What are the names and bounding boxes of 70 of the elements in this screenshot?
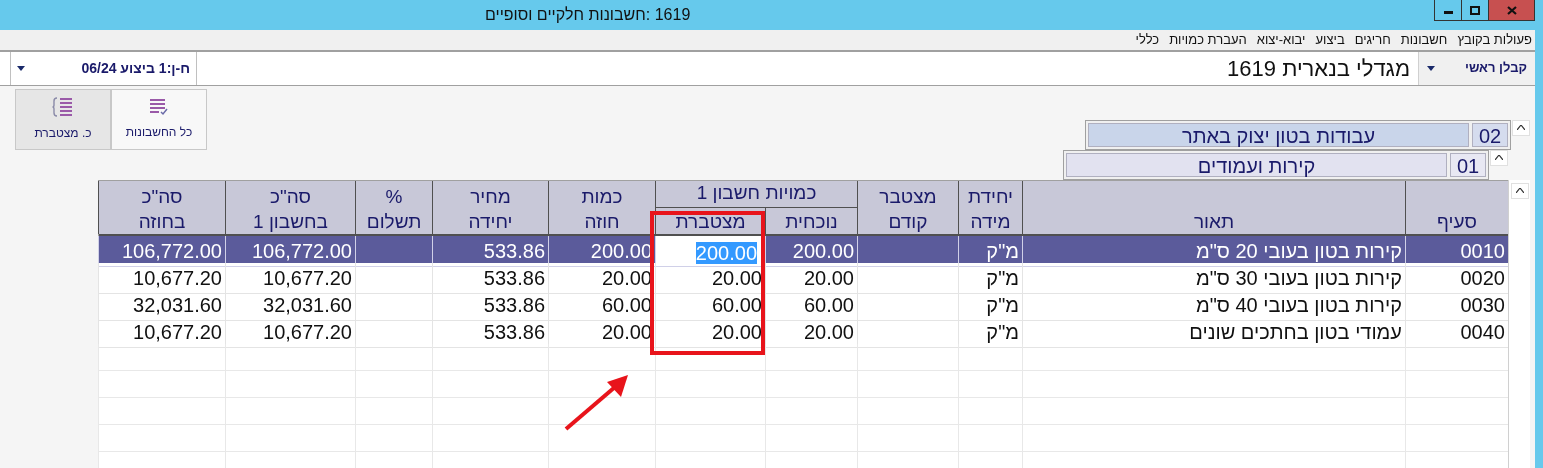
column-header[interactable]: סה"כ בחשבון 1 bbox=[225, 180, 355, 234]
column-header[interactable]: תאור bbox=[1022, 180, 1405, 234]
role-label: קבלן ראשי bbox=[1464, 59, 1527, 78]
header-text: חוזה bbox=[584, 209, 620, 234]
column-header[interactable]: מחיר יחידה bbox=[432, 180, 548, 234]
column-header[interactable]: % תשלום bbox=[355, 180, 432, 234]
maximize-icon bbox=[1470, 5, 1480, 15]
header-text: סעיף bbox=[1437, 209, 1477, 234]
list-check-icon bbox=[148, 97, 170, 117]
column-header[interactable]: נוכחית bbox=[765, 206, 857, 234]
minimize-button[interactable] bbox=[1434, 0, 1462, 21]
column-header[interactable]: מצטבר קודם bbox=[857, 180, 958, 234]
header-text: מחיר bbox=[470, 184, 511, 209]
empty-cell bbox=[958, 343, 1022, 371]
header-text: תשלום bbox=[366, 209, 422, 234]
minimize-icon bbox=[1443, 11, 1453, 14]
header-text: סה"כ bbox=[270, 184, 312, 209]
header-text: מצטבר bbox=[879, 184, 937, 209]
chevron-up-icon bbox=[1495, 155, 1503, 160]
header-text: בחוזה bbox=[138, 209, 186, 234]
table-cell: 10,677.20 bbox=[225, 316, 355, 348]
close-button[interactable] bbox=[1489, 0, 1535, 21]
header-text: תאור bbox=[1193, 209, 1235, 234]
header-text: נוכחית bbox=[785, 209, 838, 234]
header-text: מצטברת bbox=[675, 209, 746, 234]
header-text: קודם bbox=[888, 209, 928, 234]
chevron-up-icon bbox=[1517, 125, 1525, 130]
table-cell: עמודי בטון בחתכים שונים bbox=[1022, 316, 1405, 348]
column-header[interactable]: סה"כ בחוזה bbox=[98, 180, 225, 234]
dropdown-caret-icon[interactable] bbox=[17, 65, 25, 71]
view-button[interactable]: כ. מצטברת bbox=[15, 88, 111, 150]
column-header[interactable]: יחידת מידה bbox=[958, 180, 1022, 234]
table-cell: 10,677.20 bbox=[98, 316, 225, 348]
breadcrumb-label: עבודות בטון יצוק באתר bbox=[1088, 122, 1469, 147]
column-group-header: כמויות חשבון 1 bbox=[655, 180, 857, 207]
close-icon bbox=[1506, 5, 1517, 15]
header-text: מידה bbox=[970, 209, 1011, 234]
table-cell: מ"ק bbox=[958, 316, 1022, 348]
column-header[interactable]: כמות חוזה bbox=[548, 180, 655, 234]
scroll-up-button[interactable] bbox=[1512, 119, 1530, 136]
column-header[interactable]: סעיף bbox=[1405, 180, 1508, 234]
project-name: מגדלי בנארית 1619 bbox=[1227, 54, 1410, 83]
header-text: יחידה bbox=[468, 209, 513, 234]
menu-item[interactable]: ביצוע bbox=[1315, 30, 1345, 50]
maximize-button[interactable] bbox=[1462, 0, 1489, 21]
header-text: יחידת bbox=[967, 184, 1014, 209]
header-text: בחשבון 1 bbox=[253, 209, 328, 234]
scroll-up-button[interactable] bbox=[1511, 182, 1529, 199]
breadcrumb-code: 01 bbox=[1450, 152, 1486, 177]
bill-selector[interactable]: ח-ן:1 ביצוע 06/24 bbox=[10, 51, 197, 85]
dropdown-caret-icon[interactable] bbox=[1427, 65, 1435, 71]
breadcrumb-label: קירות ועמודים bbox=[1066, 152, 1447, 177]
header-text: % bbox=[385, 184, 403, 209]
breadcrumb-code: 02 bbox=[1472, 122, 1508, 147]
table-cell: 533.86 bbox=[432, 316, 548, 348]
menu-item[interactable]: העברת כמויות bbox=[1169, 30, 1247, 50]
menu-item[interactable]: חריגים bbox=[1354, 30, 1391, 50]
chevron-up-icon bbox=[1516, 188, 1524, 193]
menu-item[interactable]: כללי bbox=[1135, 30, 1160, 50]
list-braces-icon bbox=[52, 96, 74, 118]
role-selector[interactable]: קבלן ראשי bbox=[1418, 51, 1535, 85]
menu-item[interactable]: יבוא-יצוא bbox=[1256, 30, 1306, 50]
header-text: כמות bbox=[581, 184, 623, 209]
header-text: סה"כ bbox=[141, 184, 183, 209]
view-button[interactable]: כל החשבונות bbox=[111, 88, 207, 150]
menu-item[interactable]: פעולות בקובץ bbox=[1457, 30, 1532, 50]
table-cell: 20.00 bbox=[765, 316, 857, 348]
bill-label: ח-ן:1 ביצוע 06/24 bbox=[81, 58, 190, 78]
menu-item[interactable]: חשבונות bbox=[1400, 30, 1448, 50]
window-title: 1619 :חשבונות חלקיים וסופיים bbox=[485, 5, 691, 25]
